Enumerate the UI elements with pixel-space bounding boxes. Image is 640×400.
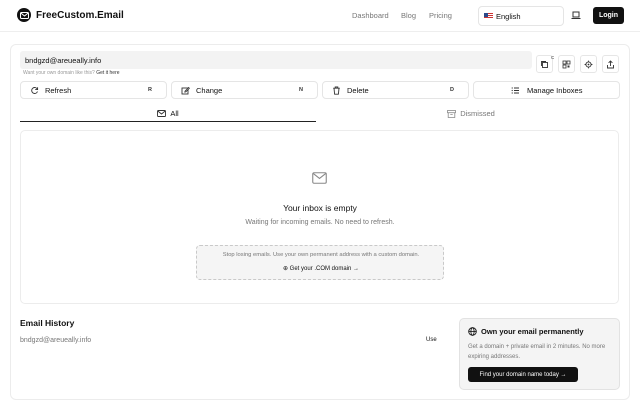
manage-inboxes-label: Manage Inboxes <box>527 86 583 95</box>
list-icon <box>511 87 519 94</box>
own-email-title: Own your email permanently <box>481 327 584 336</box>
gear-icon <box>584 60 593 68</box>
refresh-icon <box>31 87 39 94</box>
language-select[interactable]: English <box>478 6 564 26</box>
change-label: Change <box>196 86 223 95</box>
tab-all-label: All <box>170 108 179 118</box>
language-label: English <box>496 11 521 21</box>
mail-logo-icon <box>17 8 31 22</box>
custom-domain-promo: Stop losing emails. Use your own permane… <box>196 245 444 280</box>
nav-dashboard[interactable]: Dashboard <box>352 11 389 20</box>
refresh-shortcut: R <box>148 87 152 93</box>
nav-pricing[interactable]: Pricing <box>429 11 452 20</box>
tab-all[interactable]: All <box>20 105 316 122</box>
delete-button[interactable]: Delete D <box>322 81 469 99</box>
trash-icon <box>333 86 340 95</box>
change-button[interactable]: Change N <box>171 81 318 99</box>
mail-icon <box>157 109 167 117</box>
email-address: bndgzd@areueally.info <box>25 55 102 65</box>
change-shortcut: N <box>299 87 303 93</box>
manage-inboxes-button[interactable]: Manage Inboxes <box>473 81 620 99</box>
email-address-field[interactable]: bndgzd@areueally.info <box>20 51 532 69</box>
refresh-button[interactable]: Refresh R <box>20 81 167 99</box>
archive-icon <box>447 109 457 118</box>
qr-code-icon <box>562 60 571 68</box>
brand[interactable]: FreeCustom.Email <box>17 8 124 22</box>
get-it-here-link[interactable]: Get it here <box>96 70 119 76</box>
refresh-label: Refresh <box>45 86 72 95</box>
delete-label: Delete <box>347 86 369 95</box>
get-com-domain-link[interactable]: ⊕ Get your .COM domain → <box>197 265 445 272</box>
laptop-icon[interactable] <box>571 11 581 20</box>
delete-shortcut: D <box>450 87 454 93</box>
tab-dismissed[interactable]: Dismissed <box>322 105 620 122</box>
own-email-panel: Own your email permanently Get a domain … <box>459 318 620 390</box>
tab-dismissed-label: Dismissed <box>460 109 495 118</box>
domain-hint: Want your own domain like this? Get it h… <box>23 70 120 76</box>
empty-inbox-mail-icon <box>312 172 327 184</box>
email-history-title: Email History <box>20 318 75 328</box>
find-domain-button[interactable]: Find your domain name today → <box>468 367 578 382</box>
empty-inbox-title: Your inbox is empty <box>283 203 357 213</box>
promo-text: Stop losing emails. Use your own permane… <box>222 252 420 258</box>
globe-icon: ⊕ <box>282 266 288 272</box>
us-flag-icon <box>484 13 493 19</box>
settings-button[interactable] <box>580 55 597 73</box>
copy-button[interactable]: C <box>536 55 555 73</box>
qr-button[interactable] <box>558 55 575 73</box>
empty-inbox-subtitle: Waiting for incoming emails. No need to … <box>245 219 395 226</box>
brand-name: FreeCustom.Email <box>36 9 124 21</box>
nav-blog[interactable]: Blog <box>401 11 416 20</box>
copy-badge: C <box>551 55 555 60</box>
globe-icon <box>468 327 477 336</box>
history-item-email: bndgzd@areueally.info <box>20 337 92 344</box>
share-icon <box>607 59 614 68</box>
own-email-description: Get a domain + private email in 2 minute… <box>468 344 606 360</box>
share-button[interactable] <box>602 55 619 73</box>
edit-icon <box>181 86 190 95</box>
history-use-button[interactable]: Use <box>426 337 437 343</box>
copy-icon <box>541 60 548 68</box>
login-button[interactable]: Login <box>593 7 624 24</box>
top-header: FreeCustom.Email Dashboard Blog Pricing … <box>0 0 640 32</box>
